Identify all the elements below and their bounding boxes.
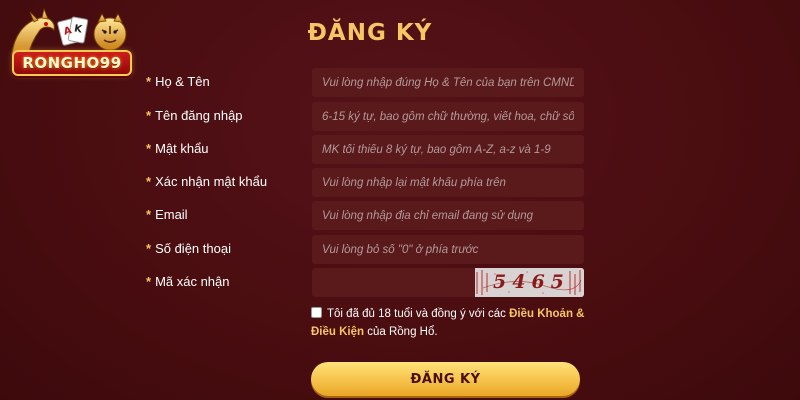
logo-wordmark: RONGHO99: [12, 50, 132, 76]
phone-label: * Số điện thoại: [146, 241, 231, 256]
form-row-password: * Mật khẩu: [146, 135, 586, 165]
phone-input[interactable]: [312, 235, 584, 264]
username-input[interactable]: [312, 102, 584, 131]
confirm-password-input[interactable]: [312, 168, 584, 197]
password-label: * Mật khẩu: [146, 141, 209, 156]
terms-agreement: Tôi đã đủ 18 tuổi và đồng ý với các Điều…: [311, 307, 585, 338]
confirm-password-label: * Xác nhận mật khẩu: [146, 174, 268, 189]
fullname-label: * Họ & Tên: [146, 74, 210, 89]
password-input[interactable]: [312, 135, 584, 164]
captcha-input[interactable]: [312, 268, 475, 297]
form-row-fullname: * Họ & Tên: [146, 68, 586, 98]
terms-checkbox[interactable]: [311, 307, 322, 318]
page-title: ĐĂNG KÝ: [307, 20, 433, 46]
fullname-input[interactable]: [312, 68, 584, 97]
registration-page: A K RONGHO99 ĐĂNG KÝ *Họ & Tên *Tên đăng…: [0, 0, 800, 400]
form-row-username: * Tên đăng nhập: [146, 102, 586, 132]
captcha-code: 5465: [493, 271, 570, 293]
form-row-email: * Email: [146, 201, 586, 231]
register-button[interactable]: ĐĂNG KÝ: [311, 362, 580, 396]
form-row-confirm-password: * Xác nhận mật khẩu: [146, 168, 586, 198]
username-label: * Tên đăng nhập: [146, 108, 243, 123]
form-row-phone: * Số điện thoại: [146, 235, 586, 265]
email-label: * Email: [146, 207, 188, 222]
captcha-label: * Mã xác nhận: [146, 274, 230, 289]
form-row-captcha: * Mã xác nhận 5465: [146, 268, 586, 298]
email-input[interactable]: [312, 201, 584, 230]
captcha-image[interactable]: 5465: [475, 268, 584, 297]
